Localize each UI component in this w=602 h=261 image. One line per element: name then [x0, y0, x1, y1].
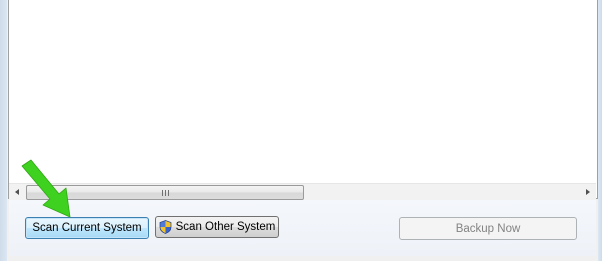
action-bar: Scan Current System Scan Other System Ba…	[9, 200, 596, 256]
scroll-thumb[interactable]	[26, 185, 304, 200]
scan-current-system-button[interactable]: Scan Current System	[25, 217, 149, 239]
window-border-right	[598, 0, 602, 261]
scan-other-system-label: Scan Other System	[175, 221, 276, 233]
grip-icon	[161, 189, 169, 196]
backup-now-label: Backup Now	[455, 222, 521, 235]
window-border-left	[0, 0, 7, 261]
scan-other-system-button[interactable]: Scan Other System	[155, 216, 279, 238]
scroll-right-arrow-icon[interactable]	[580, 184, 596, 200]
horizontal-scrollbar[interactable]	[9, 183, 596, 200]
scan-current-system-label: Scan Current System	[32, 222, 142, 234]
app-window: Scan Current System Scan Other System Ba…	[0, 0, 602, 261]
uac-shield-icon	[159, 220, 171, 234]
results-list-panel[interactable]	[8, 0, 598, 199]
scroll-left-arrow-icon[interactable]	[9, 184, 25, 200]
backup-now-button[interactable]: Backup Now	[399, 217, 577, 240]
